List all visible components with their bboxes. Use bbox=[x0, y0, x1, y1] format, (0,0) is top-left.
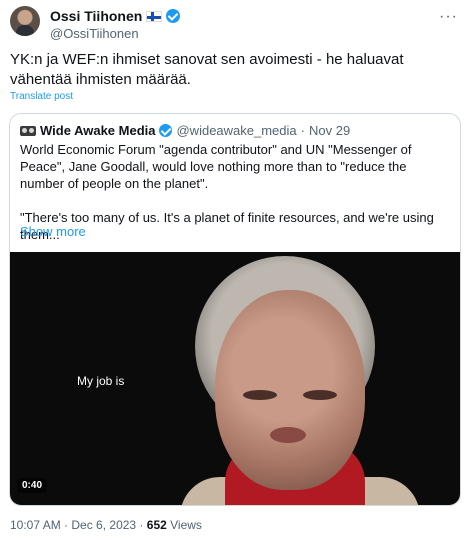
author-avatar[interactable] bbox=[10, 6, 40, 36]
cassette-icon bbox=[20, 125, 36, 136]
author-name-row: Ossi Tiihonen bbox=[50, 8, 181, 24]
verified-badge-icon bbox=[166, 9, 181, 23]
quoted-tweet[interactable]: Wide Awake Media @wideawake_media · Nov … bbox=[9, 113, 461, 506]
quoted-date: Nov 29 bbox=[308, 123, 351, 138]
tweet-meta: 10:07 AM · Dec 6, 2023 · 652 Views bbox=[10, 518, 202, 532]
meta-separator: · bbox=[136, 518, 147, 532]
views-count: 652 bbox=[146, 518, 167, 532]
show-more-link[interactable]: Show more bbox=[20, 224, 86, 239]
meta-separator: · bbox=[60, 518, 72, 532]
author-handle[interactable]: @OssiTiihonen bbox=[50, 26, 139, 41]
post-date[interactable]: Dec 6, 2023 bbox=[71, 518, 136, 532]
video-frame-face bbox=[215, 290, 365, 490]
more-options-icon[interactable]: ··· bbox=[439, 8, 458, 26]
translate-post-link[interactable]: Translate post bbox=[10, 91, 73, 102]
video-duration-badge: 0:40 bbox=[17, 478, 48, 493]
video-frame-eye bbox=[303, 390, 337, 400]
finnish-flag-icon bbox=[146, 10, 163, 22]
separator-dot: · bbox=[300, 123, 305, 138]
video-caption: My job is bbox=[77, 374, 125, 388]
quoted-author-handle: @wideawake_media bbox=[176, 123, 297, 138]
verified-badge-icon bbox=[159, 124, 173, 137]
tweet-header: Ossi Tiihonen @OssiTiihonen ··· bbox=[10, 6, 460, 46]
post-time[interactable]: 10:07 AM bbox=[10, 518, 61, 532]
tweet-text: YK:n ja WEF:n ihmiset sanovat sen avoime… bbox=[10, 51, 404, 88]
quoted-tweet-header: Wide Awake Media @wideawake_media · Nov … bbox=[20, 123, 350, 138]
quoted-text-paragraph-1: World Economic Forum "agenda contributor… bbox=[20, 142, 412, 191]
views-label: Views bbox=[166, 518, 202, 532]
video-frame-mouth bbox=[270, 427, 306, 443]
video-frame-eye bbox=[243, 390, 277, 400]
author-display-name[interactable]: Ossi Tiihonen bbox=[50, 8, 142, 24]
video-player[interactable]: My job is 0:40 bbox=[10, 252, 460, 505]
quoted-author-name: Wide Awake Media bbox=[40, 123, 156, 138]
